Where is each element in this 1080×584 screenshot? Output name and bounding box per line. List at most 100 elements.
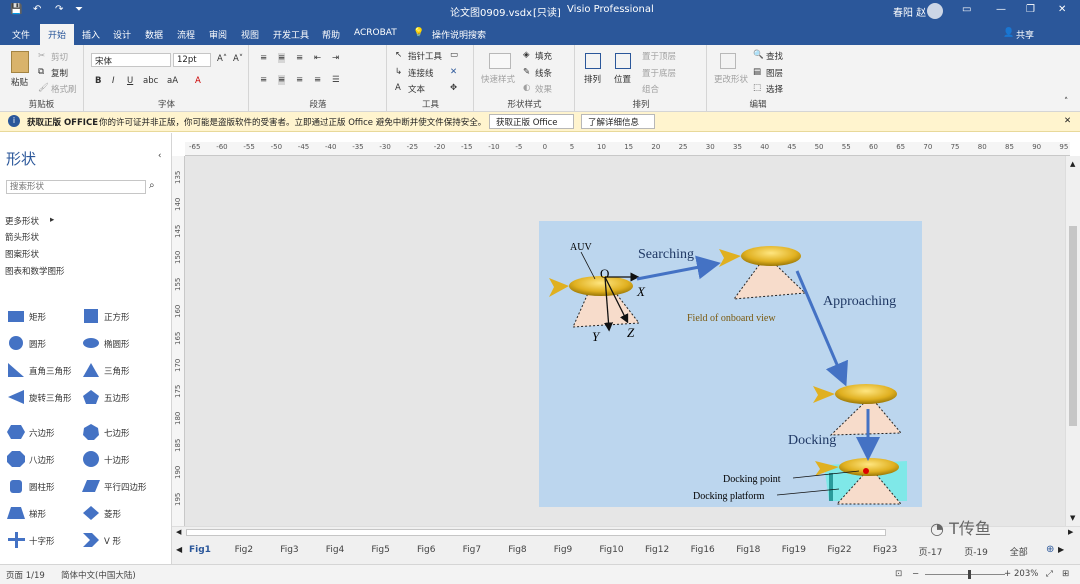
increase-font-icon[interactable]: A˄ <box>217 54 227 64</box>
tab-fig2[interactable]: Fig2 <box>235 545 253 555</box>
align-bottom-icon[interactable]: ≡ <box>296 53 303 63</box>
line-icon[interactable]: ✎ <box>523 67 530 77</box>
circle-icon[interactable] <box>7 335 25 351</box>
octagon-icon[interactable] <box>7 451 25 467</box>
copy-icon[interactable]: ⧉ <box>38 67 44 77</box>
tab-fig5[interactable]: Fig5 <box>371 545 389 555</box>
indent-icon[interactable]: ⇤ <box>314 53 321 63</box>
tab--17[interactable]: 页-17 <box>919 545 943 558</box>
get-genuine-button[interactable]: 获取正版 Office <box>489 114 574 129</box>
minimize-icon[interactable]: — <box>996 4 1006 15</box>
menu-design[interactable]: 设计 <box>113 28 131 41</box>
zoom-slider[interactable] <box>925 574 1005 575</box>
paste-icon[interactable] <box>11 51 29 73</box>
menu-help[interactable]: 帮助 <box>322 28 340 41</box>
font-size-select[interactable]: 12pt <box>173 53 211 67</box>
scroll-down-icon[interactable]: ▼ <box>1070 514 1075 522</box>
chart-math-shapes-item[interactable]: 图表和数学图形 <box>5 265 65 277</box>
close-tool-icon[interactable]: ✕ <box>450 67 457 77</box>
restore-icon[interactable]: ❐ <box>1026 4 1035 15</box>
group-button[interactable]: 组合 <box>642 83 659 95</box>
save-icon[interactable]: 💾 <box>10 4 22 15</box>
chevron-icon[interactable] <box>82 532 100 548</box>
copy-button[interactable]: 复制 <box>51 67 68 79</box>
shape-label[interactable]: 矩形 <box>29 311 46 323</box>
zoom-slider-thumb[interactable] <box>968 570 971 579</box>
triangle-icon[interactable] <box>82 362 100 378</box>
fit-page-icon[interactable]: ⊡ <box>895 569 902 579</box>
tab--[interactable]: 全部 <box>1010 545 1028 558</box>
tab-fig12[interactable]: Fig12 <box>645 545 669 555</box>
cut-button[interactable]: 剪切 <box>51 51 68 63</box>
align-left-icon[interactable]: ≡ <box>260 75 267 85</box>
zoom-out-icon[interactable]: − <box>912 569 919 579</box>
parallelogram-icon[interactable] <box>82 478 100 494</box>
connector-button[interactable]: 连接线 <box>408 67 434 79</box>
heptagon-icon[interactable] <box>82 424 100 440</box>
tab-prev-icon[interactable]: ◀ <box>176 545 182 554</box>
horizontal-scroll-thumb[interactable] <box>186 529 886 536</box>
connection-point-icon[interactable]: ✥ <box>450 83 457 93</box>
pattern-shapes-item[interactable]: 图案形状 <box>5 248 39 260</box>
diamond-icon[interactable] <box>82 505 100 521</box>
italic-icon[interactable]: I <box>112 76 115 86</box>
shape-label[interactable]: 椭圆形 <box>104 338 130 350</box>
select-button[interactable]: 选择 <box>766 83 783 95</box>
quick-styles-icon[interactable] <box>489 53 511 69</box>
quick-styles-button[interactable]: 快速样式 <box>481 73 515 85</box>
layers-button[interactable]: 图层 <box>766 67 783 79</box>
vertical-scroll-thumb[interactable] <box>1069 226 1077 426</box>
menu-process[interactable]: 流程 <box>177 28 195 41</box>
shape-label[interactable]: 菱形 <box>104 508 121 520</box>
effects-icon[interactable]: ◐ <box>523 83 530 93</box>
position-button[interactable]: 位置 <box>614 73 631 85</box>
text-icon[interactable]: A <box>395 83 401 93</box>
decagon-icon[interactable] <box>82 451 100 467</box>
connector-icon[interactable]: ↳ <box>395 67 402 77</box>
shape-label[interactable]: 三角形 <box>104 365 130 377</box>
tab-fig8[interactable]: Fig8 <box>508 545 526 555</box>
shape-label[interactable]: 旋转三角形 <box>29 392 72 404</box>
cross-icon[interactable] <box>7 532 25 548</box>
zoom-in-icon[interactable]: + <box>1004 569 1011 579</box>
align-right-icon[interactable]: ≡ <box>296 75 303 85</box>
trapezoid-icon[interactable] <box>7 505 25 521</box>
shape-label[interactable]: 五边形 <box>104 392 130 404</box>
right-triangle-icon[interactable] <box>7 362 25 378</box>
menu-review[interactable]: 审阅 <box>209 28 227 41</box>
arrow-shapes-item[interactable]: 箭头形状 <box>5 231 39 243</box>
menu-data[interactable]: 数据 <box>145 28 163 41</box>
menu-insert[interactable]: 插入 <box>82 28 100 41</box>
decrease-font-icon[interactable]: A˅ <box>233 54 243 64</box>
outdent-icon[interactable]: ⇥ <box>332 53 339 63</box>
rotated-triangle-icon[interactable] <box>7 389 25 405</box>
drawing-page[interactable]: AUV O X Y Z Searching Approaching Field … <box>539 221 922 507</box>
language-indicator[interactable]: 简体中文(中国大陆) <box>61 569 136 581</box>
bold-icon[interactable]: B <box>95 76 101 86</box>
shape-label[interactable]: 梯形 <box>29 508 46 520</box>
share-button[interactable]: 共享 <box>1016 28 1034 41</box>
justify-icon[interactable]: ≡ <box>314 75 321 85</box>
tab-fig23[interactable]: Fig23 <box>873 545 897 555</box>
rectangle-icon[interactable] <box>7 308 25 324</box>
shape-label[interactable]: 平行四边形 <box>104 481 147 493</box>
align-top-icon[interactable]: ≡ <box>260 53 267 63</box>
avatar[interactable] <box>927 3 943 19</box>
shape-label[interactable]: 十边形 <box>104 454 130 466</box>
tab-fig10[interactable]: Fig10 <box>599 545 623 555</box>
font-color-icon[interactable]: A <box>195 76 201 86</box>
tab-fig6[interactable]: Fig6 <box>417 545 435 555</box>
collapse-ribbon-icon[interactable]: ˄ <box>1064 97 1068 107</box>
strikethrough-icon[interactable]: abc <box>143 76 158 86</box>
underline-icon[interactable]: U <box>127 76 133 86</box>
ribbon-options-icon[interactable]: ▭ <box>962 4 971 15</box>
menu-developer[interactable]: 开发工具 <box>273 28 309 41</box>
close-icon[interactable]: ✕ <box>1058 4 1066 15</box>
paste-button[interactable]: 粘贴 <box>11 76 28 88</box>
cut-icon[interactable]: ✂ <box>38 51 45 61</box>
align-center-icon[interactable]: ≡ <box>278 75 286 85</box>
add-page-icon[interactable]: ⊕ <box>1046 544 1054 555</box>
shape-label[interactable]: V 形 <box>104 535 121 547</box>
fit-window-icon[interactable]: ⤢ <box>1046 569 1053 579</box>
tab-fig3[interactable]: Fig3 <box>280 545 298 555</box>
